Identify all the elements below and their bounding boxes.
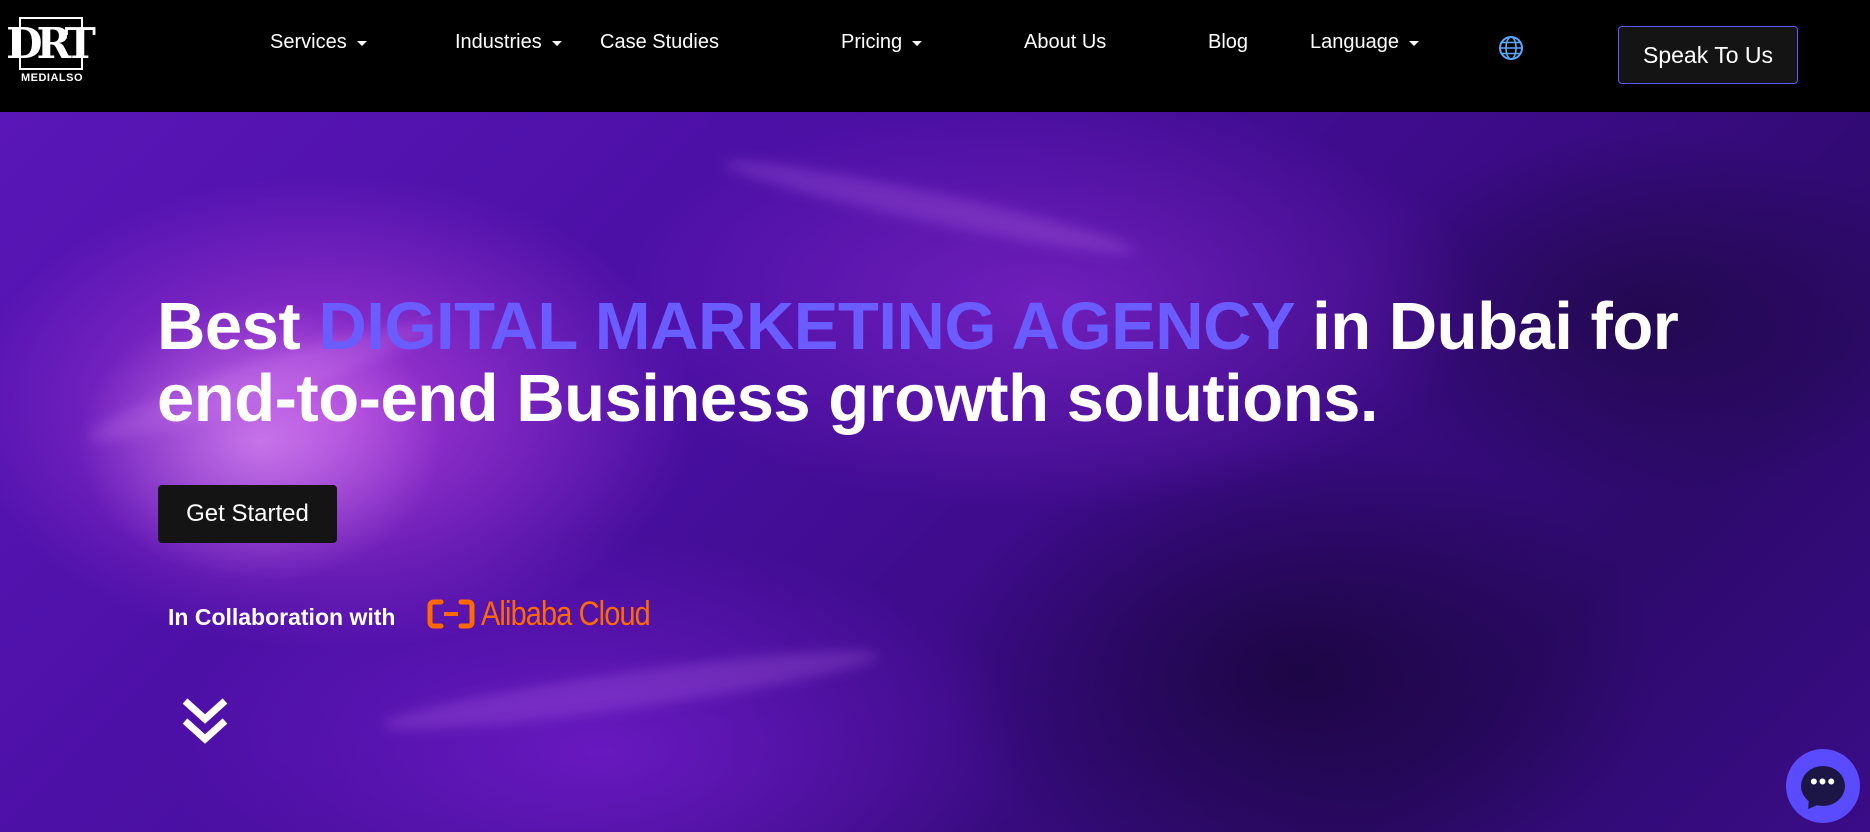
get-started-button[interactable]: Get Started <box>158 485 337 543</box>
alibaba-cloud-mark-icon <box>427 599 475 629</box>
caret-down-icon <box>912 40 923 46</box>
nav-item-label: Pricing <box>841 31 903 53</box>
nav-item-label: Industries <box>455 31 542 53</box>
nav-item-label: About Us <box>1024 31 1107 53</box>
nav-item-label: Language <box>1310 31 1399 53</box>
headline-prefix: Best <box>157 289 319 364</box>
nav-item-label: Blog <box>1208 31 1249 53</box>
chat-widget-button[interactable]: ••• <box>1786 749 1860 823</box>
nebula-decoration <box>379 637 881 743</box>
collaboration-label: In Collaboration with <box>168 603 396 630</box>
nav-item-label: Services <box>270 31 347 53</box>
nebula-decoration <box>721 148 1139 266</box>
speak-to-us-button[interactable]: Speak To Us <box>1618 26 1798 84</box>
alibaba-cloud-logo[interactable]: Alibaba Cloud <box>427 594 680 634</box>
headline-accent: DIGITAL MARKETING AGENCY <box>318 289 1295 364</box>
double-chevron-down-icon[interactable] <box>181 695 229 747</box>
partner-name: Alibaba Cloud <box>481 594 651 633</box>
nav-item-label: Case Studies <box>600 31 719 53</box>
nav-item-services[interactable]: Services <box>270 28 367 56</box>
caret-down-icon <box>356 40 367 46</box>
nav-item-industries[interactable]: Industries <box>455 28 562 56</box>
chat-bubble-icon: ••• <box>1801 766 1845 806</box>
nav-item-case-studies[interactable]: Case Studies <box>600 28 719 56</box>
hero-headline: Best DIGITAL MARKETING AGENCY in Dubai f… <box>157 291 1817 435</box>
globe-icon[interactable] <box>1498 35 1524 61</box>
logo-mark: DRT <box>6 17 96 70</box>
brand-logo[interactable]: DRT MEDIALSO <box>6 17 96 89</box>
caret-down-icon <box>1408 40 1419 46</box>
hero-section: Best DIGITAL MARKETING AGENCY in Dubai f… <box>0 112 1870 832</box>
logo-text: MEDIALSO <box>20 72 84 84</box>
nav-item-pricing[interactable]: Pricing <box>841 28 923 56</box>
top-navbar: DRT MEDIALSO Services Industries Case St… <box>0 0 1870 112</box>
caret-down-icon <box>551 40 562 46</box>
nav-item-about-us[interactable]: About Us <box>1024 28 1106 56</box>
nav-item-language[interactable]: Language <box>1310 28 1419 56</box>
chat-dots: ••• <box>1809 769 1837 794</box>
nav-item-blog[interactable]: Blog <box>1208 28 1248 56</box>
